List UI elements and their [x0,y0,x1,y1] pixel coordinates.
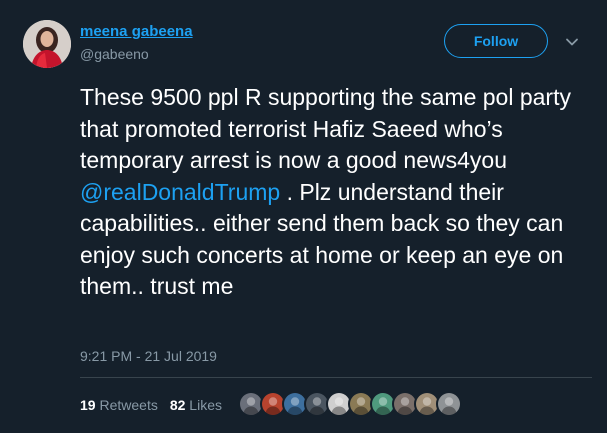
user-avatar-icon [284,393,306,415]
user-avatar-icon [394,393,416,415]
profile-photo-avatar-icon [23,20,71,68]
user-avatar-icon [372,393,394,415]
tweet-text-part1: These 9500 ppl R supporting the same pol… [80,84,571,173]
user-avatar-icon [350,393,372,415]
likes-count: 82 [169,397,186,413]
chevron-down-icon[interactable] [564,34,580,50]
liker-avatar[interactable] [436,391,462,417]
user-avatar-icon [262,393,284,415]
liker-avatars [238,391,462,417]
user-avatar-icon [306,393,328,415]
author-handle: @gabeeno [80,46,149,62]
author-display-name[interactable]: meena gabeena [80,23,193,40]
user-avatar-icon [438,393,460,415]
follow-button-label: Follow [473,33,519,49]
follow-button[interactable]: Follow [444,24,548,58]
user-avatar-icon [240,393,262,415]
tweet-timestamp[interactable]: 9:21 PM - 21 Jul 2019 [80,348,217,364]
likes-stat[interactable]: 82 Likes [170,397,222,413]
tweet-text: These 9500 ppl R supporting the same pol… [80,82,590,303]
divider [80,377,592,378]
retweets-count: 19 [80,397,96,413]
retweets-label: Retweets [99,397,158,413]
tweet-card: meena gabeena @gabeeno Follow These 9500… [0,0,607,433]
user-avatar-icon [328,393,350,415]
engagement-stats: 19 Retweets 82 Likes [80,397,222,413]
retweets-stat[interactable]: 19 Retweets [80,397,158,413]
mention-link[interactable]: @realDonaldTrump [80,179,280,205]
likes-label: Likes [189,397,222,413]
user-avatar-icon [416,393,438,415]
author-avatar[interactable] [23,20,71,68]
